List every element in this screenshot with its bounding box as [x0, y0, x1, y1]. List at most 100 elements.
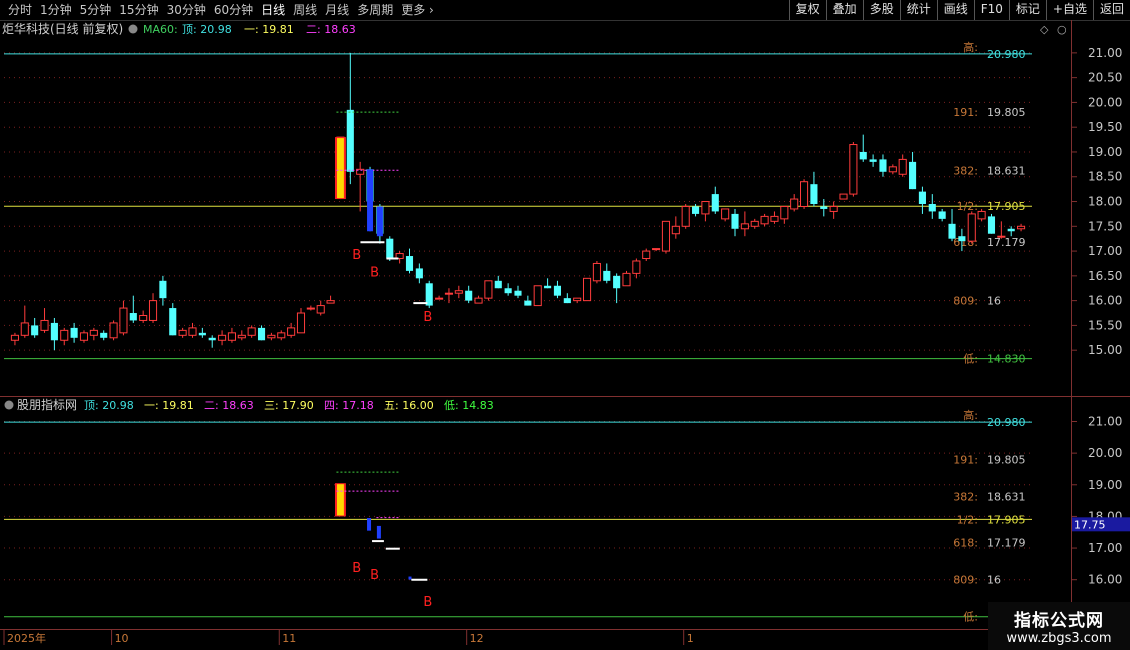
level-tag: 809: — [953, 295, 978, 308]
candle-body — [454, 290, 463, 294]
candle-body — [613, 275, 621, 289]
watermark: 指标公式网 www.zbgs3.com — [988, 602, 1130, 650]
x-axis-label: 1 — [687, 632, 694, 645]
candle-body — [494, 280, 502, 289]
blue-candle — [376, 206, 383, 237]
candle-body — [129, 313, 137, 321]
collapse-icon — [4, 400, 14, 410]
candle-body — [1007, 228, 1015, 232]
candle-body — [89, 329, 98, 336]
level-value: 14.830 — [987, 353, 1026, 366]
candle-body — [524, 300, 532, 306]
candle-body — [306, 307, 315, 310]
b-signal-mark: B — [423, 595, 432, 610]
level-value: 18.631 — [987, 490, 1026, 503]
x-axis-label: 11 — [282, 632, 296, 645]
candle-body — [721, 208, 730, 220]
candle-body — [60, 329, 69, 341]
level-tag: 高: — [963, 408, 978, 422]
x-axis-label: 12 — [470, 632, 484, 645]
indicator-title: 股朋指标网 — [17, 397, 77, 412]
candle-body — [918, 191, 926, 204]
price-badge: 17.75 — [1074, 518, 1106, 531]
candle-body — [810, 184, 818, 204]
candle-body — [465, 290, 473, 301]
candle-body — [869, 159, 877, 162]
y-axis-label: 20.50 — [1088, 71, 1122, 85]
watermark-title: 指标公式网 — [1014, 611, 1104, 631]
candle-body — [159, 280, 167, 299]
candle-body — [316, 305, 325, 314]
candle-body — [958, 236, 966, 242]
legend-item: 一: 19.81 — [144, 399, 194, 412]
y-axis-label: 17.50 — [1088, 219, 1122, 233]
candle-body — [415, 268, 423, 279]
diamond-icon: ◇ — [1040, 23, 1049, 36]
level-value: 17.905 — [987, 200, 1026, 213]
y-axis-label: 20.00 — [1088, 95, 1122, 109]
candle-body — [563, 298, 571, 304]
candle-body — [780, 205, 789, 220]
candle-body — [661, 220, 671, 252]
candle-body — [31, 325, 39, 336]
signal-bar-yellow — [337, 138, 344, 199]
watermark-url: www.zbgs3.com — [1006, 631, 1112, 646]
candle-body — [237, 334, 246, 339]
level-tag: 382: — [953, 490, 978, 503]
x-axis-label: 2025年 — [7, 631, 46, 645]
candle-body — [326, 300, 335, 304]
y-axis-label: 16.00 — [1088, 573, 1122, 587]
candle-body — [296, 312, 306, 334]
candle-body — [671, 225, 680, 235]
blue-candle — [408, 576, 412, 580]
y-axis-label: 15.00 — [1088, 343, 1122, 357]
candle-body — [622, 272, 631, 287]
b-signal-mark: B — [370, 568, 379, 583]
candle-body — [967, 213, 976, 242]
y-axis-label: 20.00 — [1088, 446, 1122, 460]
level-value: 19.805 — [987, 453, 1026, 466]
candle-body — [208, 337, 216, 341]
candle-body — [1017, 225, 1026, 230]
candle-body — [938, 211, 946, 219]
level-value: 20.980 — [987, 416, 1026, 429]
collapse-icon — [128, 24, 138, 34]
candle-body — [484, 280, 493, 299]
blue-candle — [367, 169, 374, 232]
x-axis-label: 10 — [115, 632, 129, 645]
legend-item: 顶: 20.98 — [84, 399, 134, 412]
level-tag: 1/2: — [957, 513, 978, 526]
candle-body — [10, 334, 19, 341]
level-tag: 低: — [963, 353, 978, 366]
level-tag: 1/2: — [957, 200, 978, 213]
level-tag: 191: — [953, 453, 978, 466]
b-signal-mark: B — [370, 265, 379, 280]
candle-body — [504, 288, 512, 294]
y-axis-label: 18.00 — [1088, 195, 1122, 209]
candle-body — [70, 327, 78, 338]
candle-body — [346, 109, 354, 172]
candle-body — [909, 161, 917, 190]
b-signal-mark: B — [423, 310, 432, 325]
level-tag: 382: — [953, 164, 978, 177]
candle-body — [553, 285, 562, 296]
level-tag: 191: — [953, 106, 978, 119]
candle-body — [642, 250, 651, 260]
level-tag: 809: — [953, 574, 978, 587]
candle-body — [277, 332, 286, 339]
candle-body — [514, 290, 522, 296]
candle-body — [109, 322, 118, 339]
candle-body — [119, 307, 128, 334]
candle-body — [169, 308, 177, 336]
ma-label: MA60: — [143, 23, 178, 36]
candle-body — [247, 327, 256, 336]
blue-candle — [376, 525, 381, 539]
y-axis-label: 19.50 — [1088, 120, 1122, 134]
level-value: 17.179 — [987, 536, 1026, 549]
chart-canvas[interactable]: 21.00 20.50 20.00 19.50 19.00 18.50 18.00 17.50… — [0, 0, 1130, 650]
level-value: 17.905 — [987, 513, 1026, 526]
level-value: 18.631 — [987, 164, 1026, 177]
candle-body — [711, 194, 719, 212]
candle-body — [267, 334, 276, 339]
y-axis-label: 16.00 — [1088, 294, 1122, 308]
